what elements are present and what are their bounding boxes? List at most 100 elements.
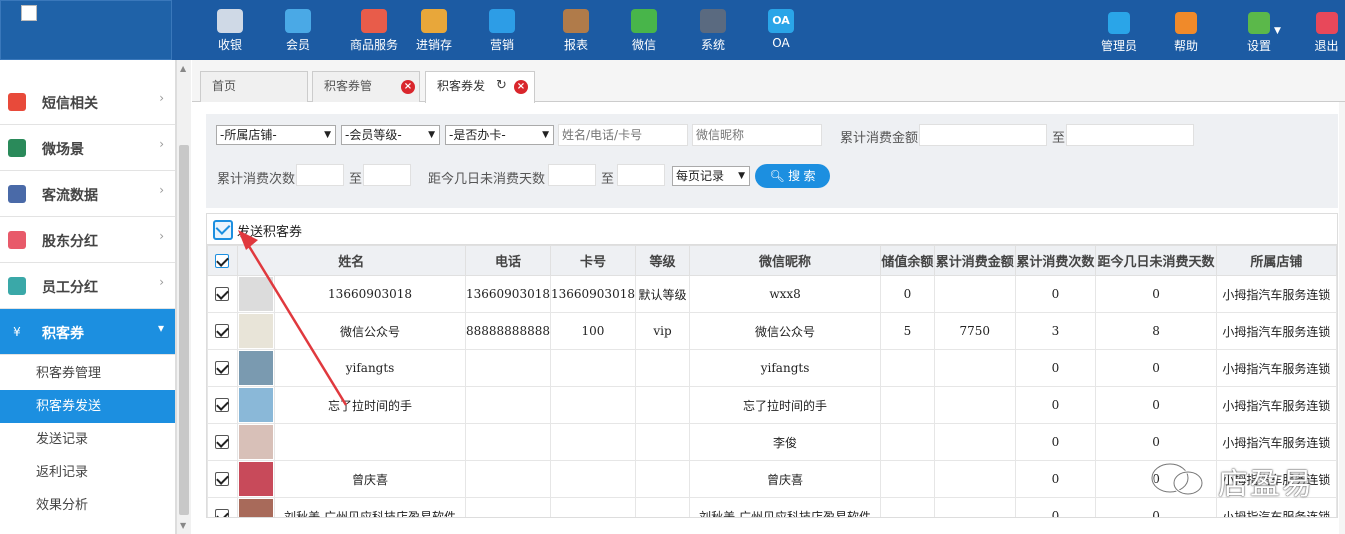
sidebar-icon — [8, 139, 26, 157]
nav-label: 微信 — [631, 38, 656, 52]
days-min-input[interactable] — [548, 164, 596, 186]
nav-right-item-1[interactable]: 帮助 — [1163, 0, 1209, 60]
tab-coupon-send[interactable]: 积客券发 ↻ × — [425, 71, 535, 103]
row-checkbox-cell — [207, 312, 238, 350]
nav-label: 进销存 — [415, 38, 452, 52]
close-icon[interactable]: × — [514, 80, 528, 94]
col-header-level[interactable]: 等级 — [634, 245, 691, 276]
col-header-balance[interactable]: 储值余额 — [880, 245, 935, 276]
total-count-min-input[interactable] — [296, 164, 344, 186]
nav-item-6[interactable]: 微信 — [621, 0, 667, 60]
row-checkbox[interactable] — [215, 361, 230, 376]
tab-label: 首页 — [212, 79, 237, 93]
member-level-select[interactable]: -会员等级- ▼ — [341, 125, 440, 145]
sidebar-item-2[interactable]: 客流数据 › — [0, 171, 175, 217]
col-header-name[interactable]: 姓名 — [236, 245, 467, 276]
col-header-phone[interactable]: 电话 — [465, 245, 551, 276]
sidebar-item-3[interactable]: 股东分红 › — [0, 217, 175, 263]
store-select[interactable]: -所属店铺- ▼ — [216, 125, 336, 145]
send-coupon-button[interactable]: 发送积客券 — [213, 219, 302, 241]
close-icon[interactable]: × — [401, 80, 415, 94]
col-header-card[interactable]: 卡号 — [549, 245, 636, 276]
refresh-icon[interactable]: ↻ — [496, 72, 507, 100]
sidebar-subitem-4[interactable]: 效果分析 — [0, 489, 175, 522]
nav-item-1[interactable]: 会员 — [275, 0, 321, 60]
table-row[interactable]: yifangts yifangts 0 0 小拇指汽车服务连锁 — [207, 349, 1337, 387]
total-count-max-input[interactable] — [363, 164, 411, 186]
nav-item-0[interactable]: 收银 — [207, 0, 253, 60]
tab-coupon-manage[interactable]: 积客券管 × — [312, 71, 420, 102]
cell-balance — [880, 460, 935, 498]
sidebar-scrollbar[interactable]: ▲ ▼ — [176, 60, 191, 534]
watermark: 店盈易 — [1148, 455, 1338, 505]
cell-count: 0 — [1014, 497, 1097, 517]
col-header-store[interactable]: 所属店铺 — [1215, 245, 1337, 276]
cell-phone — [465, 460, 551, 498]
name-phone-card-input[interactable] — [558, 124, 688, 146]
chevron-down-icon[interactable]: ▼ — [1274, 26, 1281, 36]
col-header-days-since[interactable]: 距今几日未消费天数 — [1095, 245, 1217, 276]
nav-item-5[interactable]: 报表 — [553, 0, 599, 60]
cell-card — [549, 349, 636, 387]
sidebar-subitem-1[interactable]: 积客券发送 — [0, 390, 175, 423]
nav-label: 收银 — [217, 38, 242, 52]
col-header-total-amount[interactable]: 累计消费金额 — [933, 245, 1016, 276]
days-max-input[interactable] — [617, 164, 665, 186]
row-checkbox[interactable] — [215, 324, 230, 339]
cell-balance: 0 — [880, 275, 935, 313]
sidebar-item-5[interactable]: ¥ 积客券 ▾ — [0, 309, 175, 355]
nav-item-4[interactable]: 营销 — [479, 0, 525, 60]
search-button[interactable]: 🔍︎ 搜 索 — [755, 164, 830, 188]
cell-wechat: wxx8 — [689, 275, 882, 313]
scroll-up-icon[interactable]: ▲ — [180, 64, 186, 73]
scroll-down-icon[interactable]: ▼ — [180, 521, 186, 530]
store-select-value: -所属店铺- — [220, 128, 277, 142]
table-row[interactable]: 13660903018 13660903018 13660903018 默认等级 wxx… — [207, 275, 1337, 313]
nav-right-item-0[interactable]: 管理员 — [1096, 0, 1142, 60]
sidebar-item-0[interactable]: 短信相关 › — [0, 79, 175, 125]
nav-right-item-2[interactable]: 设置 ▼ — [1236, 0, 1282, 60]
search-button-label: 搜 索 — [788, 169, 816, 183]
send-coupon-label: 发送积客券 — [237, 224, 303, 240]
wechat-nickname-input[interactable] — [692, 124, 822, 146]
nav-right-item-3[interactable]: 退出 — [1308, 0, 1345, 60]
table-row[interactable]: 忘了拉时间的手 忘了拉时间的手 0 0 小拇指汽车服务连锁 — [207, 386, 1337, 424]
select-all-checkbox[interactable] — [215, 253, 230, 268]
sidebar-subitem-0[interactable]: 积客券管理 — [0, 357, 175, 390]
card-select[interactable]: -是否办卡- ▼ — [445, 125, 554, 145]
col-header-total-count[interactable]: 累计消费次数 — [1014, 245, 1097, 276]
level-select-value: -会员等级- — [345, 128, 402, 142]
cell-card — [549, 386, 636, 424]
nav-item-2[interactable]: 商品服务 — [338, 0, 410, 60]
row-checkbox[interactable] — [215, 287, 230, 302]
wechat-logo-icon — [1150, 462, 1204, 496]
nav-label: OA — [772, 36, 790, 50]
nav-icon — [361, 9, 387, 33]
nav-item-7[interactable]: 系统 — [690, 0, 736, 60]
sidebar-item-partial[interactable] — [0, 60, 175, 81]
table-row[interactable]: 微信公众号 88888888888 100 vip 微信公众号 5 7750 3 8 小拇指汽车服… — [207, 312, 1337, 350]
total-amount-min-input[interactable] — [919, 124, 1047, 146]
sidebar-subitem-2[interactable]: 发送记录 — [0, 423, 175, 456]
row-checkbox[interactable] — [215, 472, 230, 487]
row-checkbox[interactable] — [215, 509, 230, 517]
nav-item-3[interactable]: 进销存 — [411, 0, 457, 60]
nav-item-8[interactable]: OA OA — [758, 0, 804, 60]
avatar — [238, 388, 273, 422]
scrollbar-thumb[interactable] — [179, 145, 189, 515]
sidebar-subitem-3[interactable]: 返利记录 — [0, 456, 175, 489]
total-amount-max-input[interactable] — [1066, 124, 1194, 146]
col-header-wechat[interactable]: 微信昵称 — [689, 245, 882, 276]
row-checkbox-cell — [207, 386, 238, 424]
row-checkbox[interactable] — [215, 398, 230, 413]
sidebar-item-1[interactable]: 微场景 › — [0, 125, 175, 171]
page-scrollbar[interactable] — [1339, 102, 1345, 534]
tab-home[interactable]: 首页 — [200, 71, 308, 102]
cell-phone — [465, 423, 551, 461]
sidebar-item-4[interactable]: 员工分红 › — [0, 263, 175, 309]
page-size-select[interactable]: 每页记录 ▼ — [672, 166, 750, 186]
cell-phone: 88888888888 — [465, 312, 551, 350]
nav-icon — [563, 9, 589, 33]
row-checkbox[interactable] — [215, 435, 230, 450]
cell-level — [634, 349, 691, 387]
